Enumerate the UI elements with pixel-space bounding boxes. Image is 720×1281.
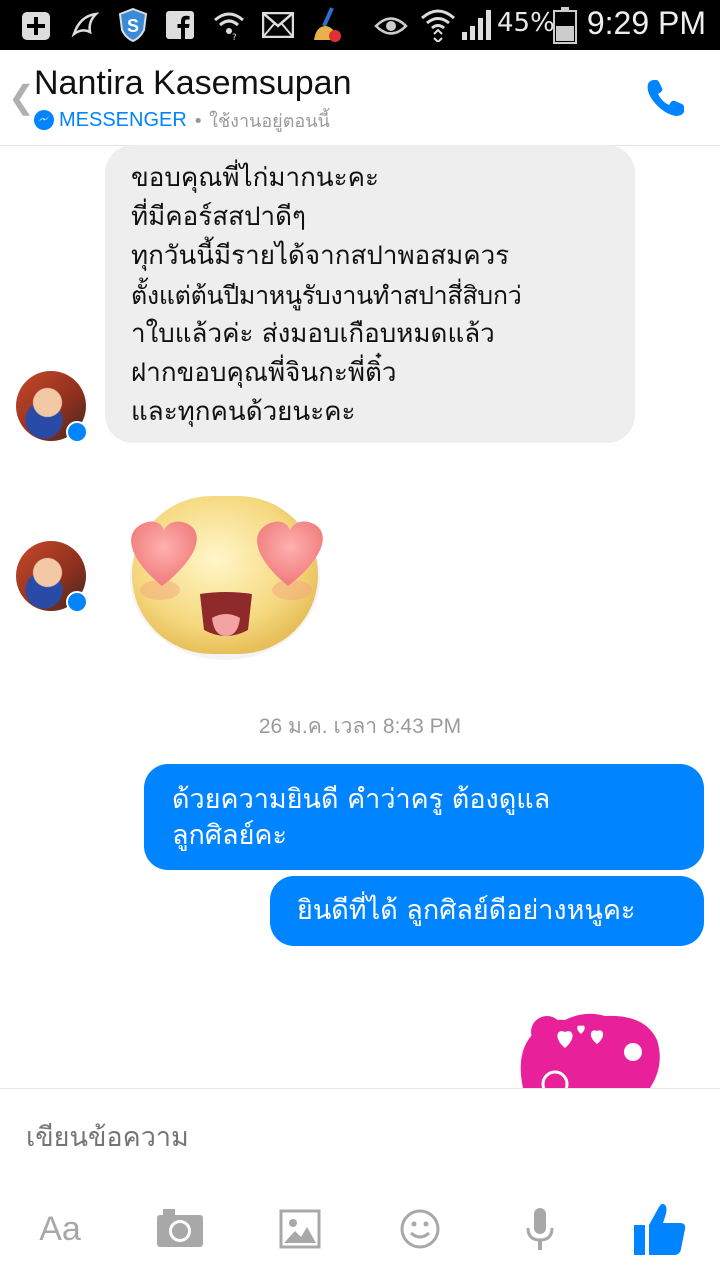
- outgoing-message-bubble[interactable]: ด้วยความยินดี คำว่าครู ต้องดูแล ลูกศิลย์…: [144, 764, 704, 870]
- messenger-label: MESSENGER: [59, 108, 187, 131]
- like-button[interactable]: [630, 1199, 690, 1259]
- message-composer: Aa: [0, 1088, 720, 1281]
- heart-eyes-emoji[interactable]: [120, 490, 330, 660]
- message-timestamp: 26 ม.ค. เวลา 8:43 PM: [258, 715, 462, 738]
- messenger-badge-icon: [66, 421, 88, 443]
- contact-avatar[interactable]: [16, 371, 88, 443]
- message-line: ลูกศิลย์คะ: [172, 820, 287, 851]
- clock: 9:29 PM: [586, 5, 706, 41]
- emoji-button[interactable]: [390, 1199, 450, 1259]
- heart-bear-sticker[interactable]: [505, 1010, 665, 1088]
- phone-icon[interactable]: [642, 74, 690, 122]
- conversation-header: ❮ Nantira Kasemsupan MESSENGER • ใช้งานอ…: [0, 50, 720, 146]
- microphone-icon: [526, 1208, 554, 1250]
- microphone-button[interactable]: [510, 1199, 570, 1259]
- battery-icon: [553, 7, 577, 44]
- thumbs-up-icon: [634, 1203, 686, 1255]
- shield-icon: S: [118, 8, 148, 42]
- message-input[interactable]: [24, 1121, 628, 1154]
- facebook-icon: [166, 11, 194, 39]
- svg-text:S: S: [127, 16, 139, 36]
- battery-percent: 45%: [497, 8, 555, 38]
- message-line: าใบแล้วค่ะ ส่งมอบเกือบหมดแล้ว: [131, 319, 495, 349]
- presence-row: MESSENGER • ใช้งานอยู่ตอนนี้: [34, 107, 330, 133]
- contact-avatar[interactable]: [16, 541, 88, 613]
- emoji-icon: [400, 1209, 440, 1249]
- chevron-left-icon[interactable]: ❮: [8, 78, 35, 116]
- messenger-icon: [34, 110, 54, 130]
- outgoing-message-bubble[interactable]: ยินดีที่ได้ ลูกศิลย์ดีอย่างหนูคะ: [270, 876, 704, 946]
- image-icon: [279, 1209, 321, 1249]
- eye-icon: [374, 17, 408, 35]
- message-line: และทุกคนด้วยนะคะ: [131, 397, 356, 427]
- message-line: ทุกวันนี้มีรายได้จากสปาพอสมควร: [131, 241, 510, 271]
- add-icon: [22, 12, 50, 40]
- status-bar: S ? 45% 9:29 PM: [0, 0, 720, 50]
- message-line: ฝากขอบคุณพี่จินกะพี่ติ๋ว: [131, 358, 397, 388]
- image-button[interactable]: [270, 1199, 330, 1259]
- text-format-label: Aa: [39, 1209, 81, 1248]
- camera-icon: [157, 1209, 203, 1247]
- text-format-button[interactable]: Aa: [30, 1199, 90, 1259]
- mail-icon: [262, 12, 294, 38]
- message-line: ตั้งแต่ต้นปีมาหนูรับงานทำสปาสี่สิบกว่: [131, 281, 522, 310]
- message-line: ขอบคุณพี่ไก่มากนะคะ: [131, 163, 379, 193]
- wifi-signal-icon: ?: [214, 12, 244, 40]
- bird-icon: [71, 12, 100, 38]
- wifi-icon: [421, 9, 455, 42]
- messenger-badge-icon: [66, 591, 88, 613]
- message-line: ที่มีคอร์สสปาดีๆ: [131, 202, 306, 232]
- signal-icon: [462, 10, 491, 40]
- contact-name[interactable]: Nantira Kasemsupan: [34, 64, 352, 103]
- camera-button[interactable]: [150, 1199, 210, 1259]
- svg-text:?: ?: [232, 33, 237, 40]
- active-status: • ใช้งานอยู่ตอนนี้: [192, 110, 330, 132]
- message-line: ยินดีที่ได้ ลูกศิลย์ดีอย่างหนูคะ: [297, 895, 636, 926]
- incoming-message-bubble[interactable]: ขอบคุณพี่ไก่มากนะคะ ที่มีคอร์สสปาดีๆ ทุก…: [105, 145, 635, 443]
- message-line: ด้วยความยินดี คำว่าครู ต้องดูแล: [172, 784, 551, 815]
- cleaner-icon: [314, 7, 341, 42]
